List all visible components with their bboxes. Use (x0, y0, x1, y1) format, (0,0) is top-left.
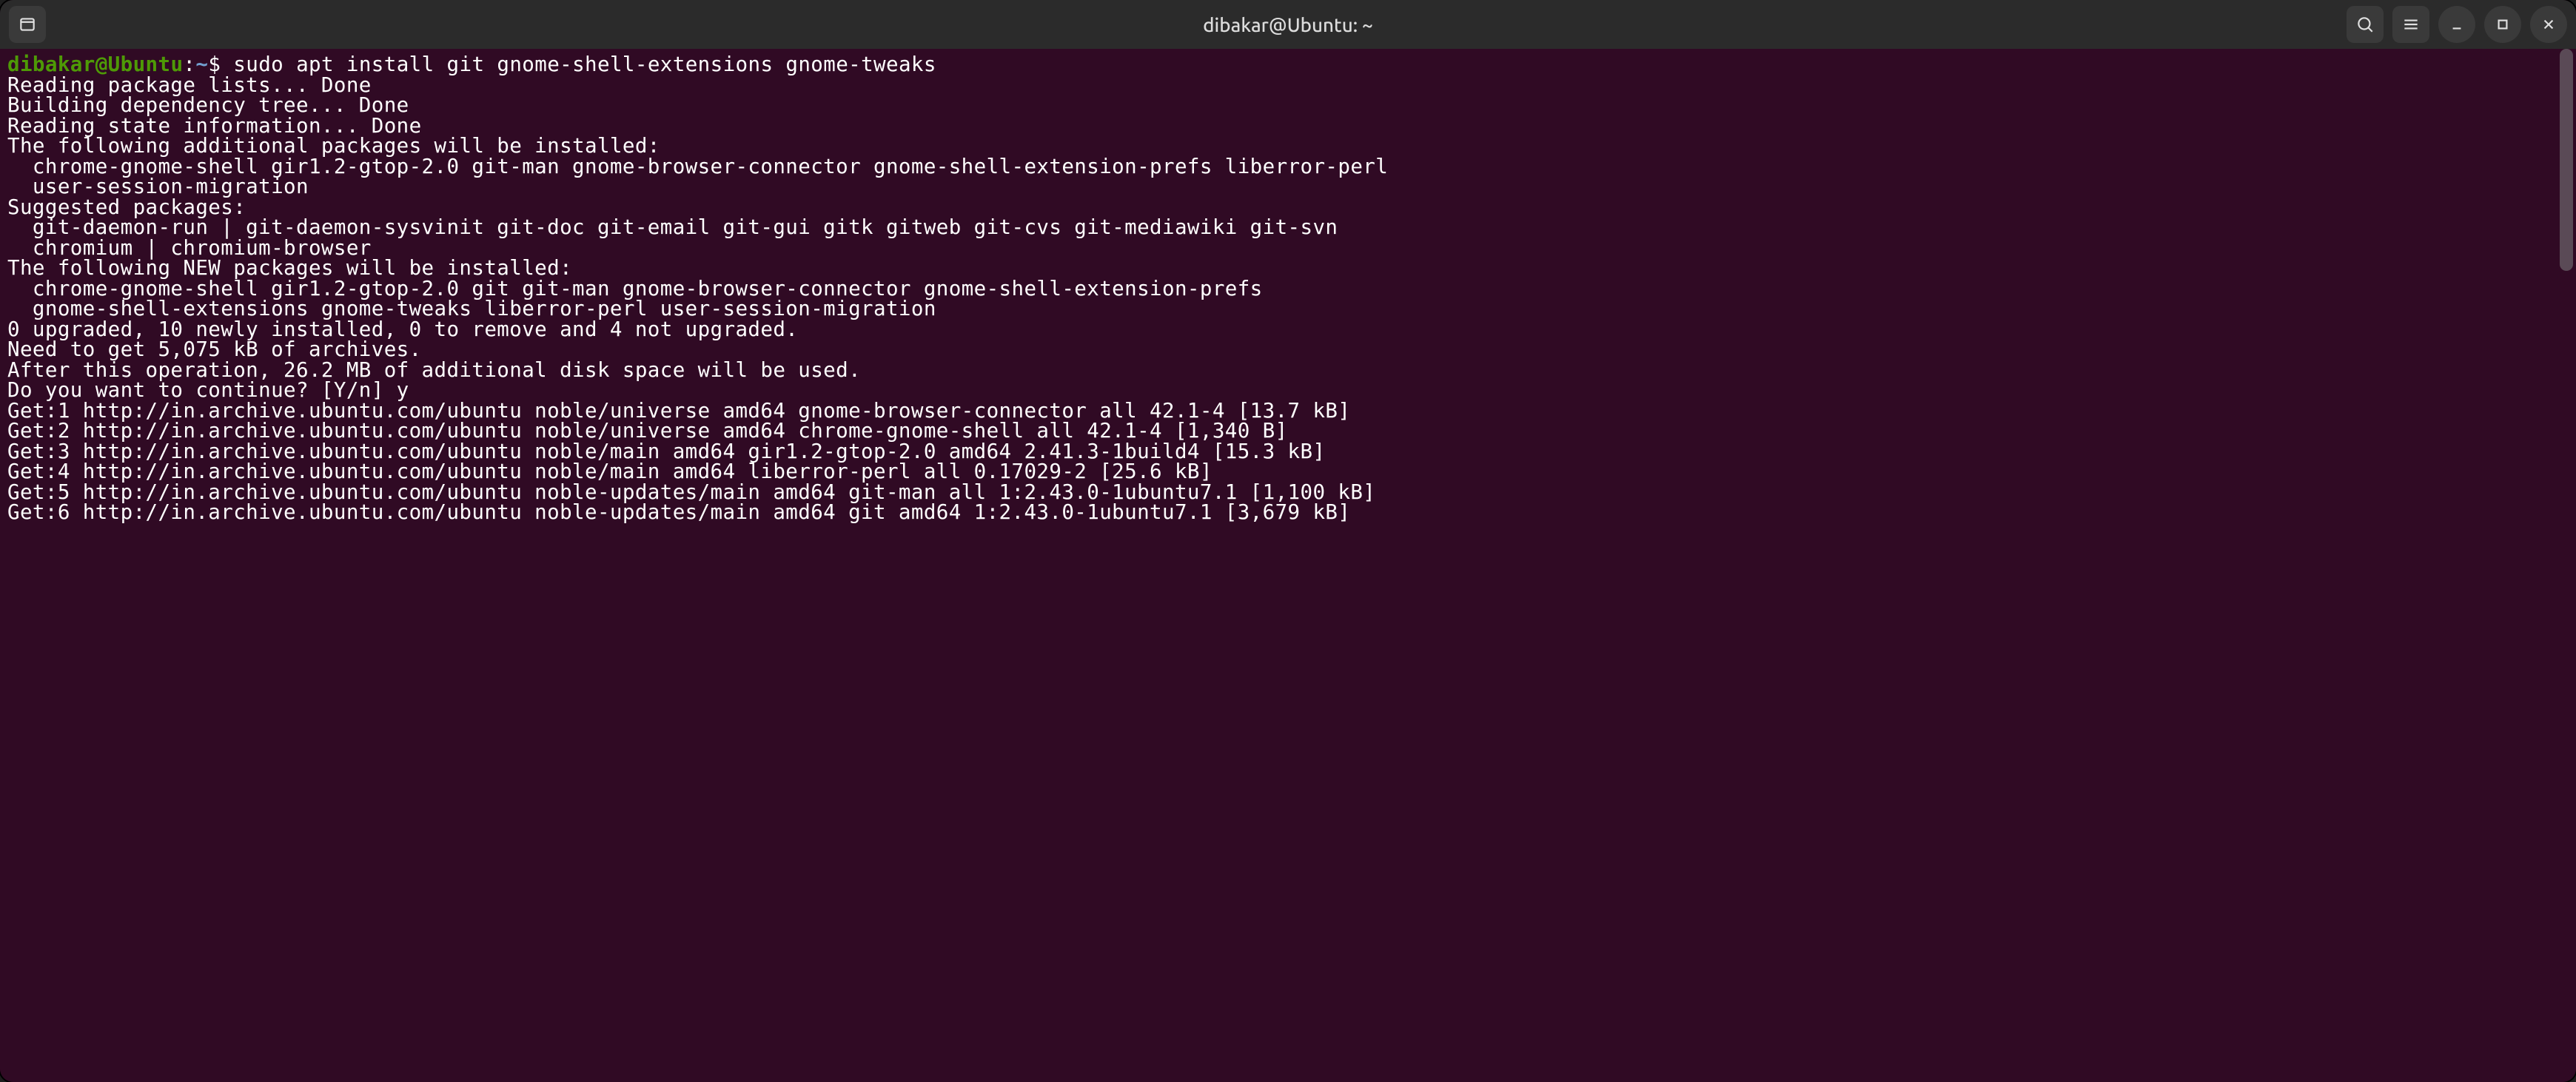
terminal-window: dibakar@Ubuntu: ~ dibakar@Ubuntu:~$ sudo… (0, 0, 2576, 1082)
search-icon (2355, 15, 2375, 34)
hamburger-icon (2401, 15, 2421, 34)
maximize-button[interactable] (2484, 6, 2521, 43)
new-tab-icon (18, 15, 37, 34)
hamburger-menu-button[interactable] (2392, 6, 2429, 43)
new-tab-button[interactable] (9, 6, 46, 43)
window-title: dibakar@Ubuntu: ~ (1203, 14, 1373, 36)
terminal-output: dibakar@Ubuntu:~$ sudo apt install git g… (7, 55, 2569, 523)
output-line: Get:6 http://in.archive.ubuntu.com/ubunt… (7, 500, 1350, 524)
terminal-body[interactable]: dibakar@Ubuntu:~$ sudo apt install git g… (0, 49, 2576, 1082)
close-icon (2539, 15, 2558, 34)
close-button[interactable] (2530, 6, 2567, 43)
minimize-button[interactable] (2438, 6, 2475, 43)
scrollbar-thumb[interactable] (2560, 49, 2573, 271)
titlebar: dibakar@Ubuntu: ~ (0, 0, 2576, 49)
search-button[interactable] (2347, 6, 2384, 43)
maximize-icon (2493, 15, 2512, 34)
minimize-icon (2447, 15, 2466, 34)
